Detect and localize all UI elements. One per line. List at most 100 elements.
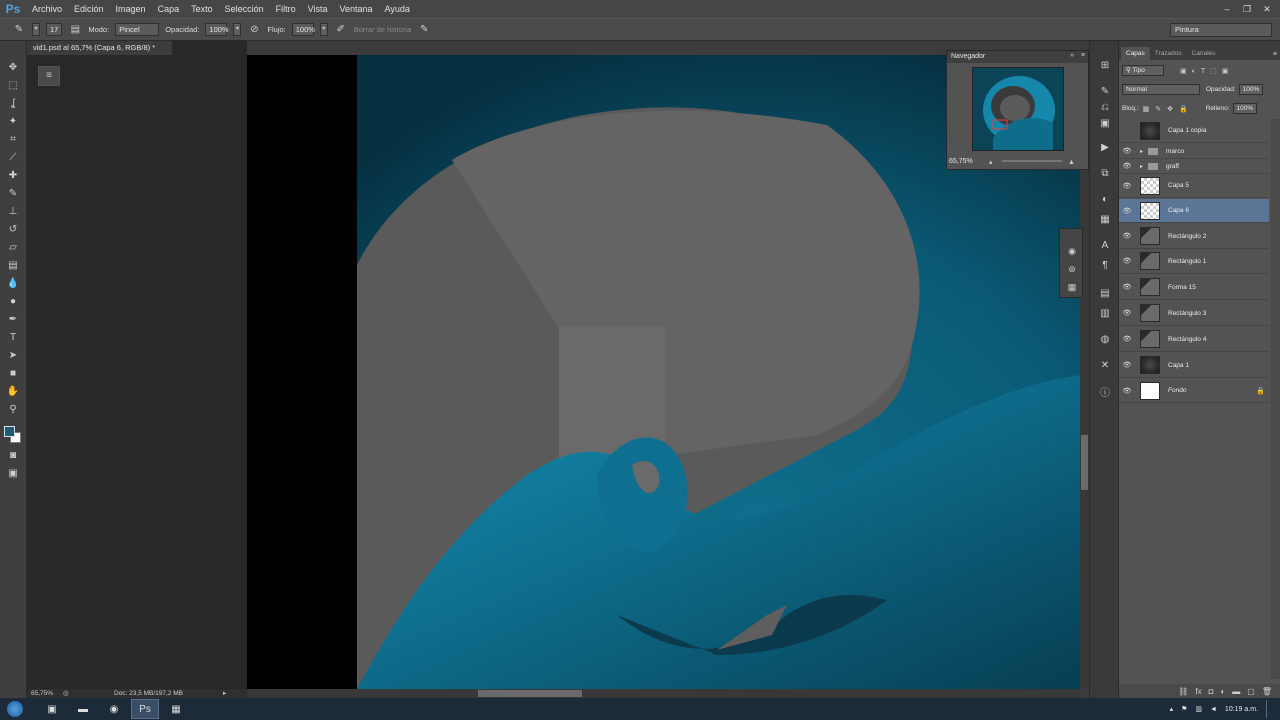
menu-texto[interactable]: Texto (185, 0, 219, 18)
brush-tool-icon[interactable]: ✎ (12, 23, 26, 37)
layer-name[interactable]: Capa 5 (1168, 182, 1189, 189)
menu-imagen[interactable]: Imagen (110, 0, 152, 18)
layer-thumbnail[interactable] (1140, 330, 1160, 348)
menu-archivo[interactable]: Archivo (26, 0, 68, 18)
eyedropper-tool-icon[interactable]: ⟋ (5, 151, 21, 165)
pen-tool-icon[interactable]: ✒ (5, 313, 21, 327)
layer-name[interactable]: Rectángulo 3 (1168, 310, 1206, 317)
visibility-eye-icon[interactable]: 👁 (1119, 207, 1135, 215)
filter-type-icons[interactable]: ▣◐T⬚▣ (1180, 67, 1233, 75)
flow-dropdown[interactable]: ▾ (319, 23, 328, 36)
navigator-zoom-slider[interactable] (1002, 160, 1062, 162)
tab-paths[interactable]: Trazados (1150, 50, 1187, 60)
menu-seleccion[interactable]: Selección (219, 0, 270, 18)
visibility-eye-icon[interactable]: 👁 (1119, 232, 1135, 240)
document-tab[interactable]: vid1.psd al 65,7% (Capa 6, RGB/8) * (27, 41, 172, 55)
canvas-horizontal-scroll-thumb[interactable] (478, 690, 582, 697)
layer-row[interactable]: 👁 Capa 5 (1119, 174, 1269, 198)
layer-row[interactable]: 👁 Forma 15 (1119, 275, 1269, 300)
delete-layer-icon[interactable]: 🗑 (1262, 687, 1272, 696)
adjustment-layer-icon[interactable]: ◐ (1220, 687, 1225, 696)
tray-clock[interactable]: 10:19 a.m. (1225, 706, 1258, 713)
quick-mask-icon[interactable]: ◙ (5, 449, 21, 463)
visibility-eye-icon[interactable]: 👁 (1119, 257, 1135, 265)
status-menu-arrow-icon[interactable]: ▸ (223, 689, 226, 697)
pressure-size-icon[interactable]: ✎ (417, 23, 431, 37)
layer-row[interactable]: Capa 1 copia (1119, 119, 1269, 143)
tool-presets-dock-icon[interactable]: ▣ (1097, 117, 1113, 131)
menu-ayuda[interactable]: Ayuda (379, 0, 416, 18)
taskbar-app-other-icon[interactable]: ▦ (162, 699, 190, 719)
visibility-eye-icon[interactable]: 👁 (1119, 283, 1135, 291)
type-tool-icon[interactable]: T (5, 331, 21, 345)
navigator-dock-icon[interactable]: ⊞ (1097, 59, 1113, 73)
restore-icon[interactable]: ❐ (1238, 2, 1256, 16)
collapse-panel-icon[interactable]: » (1070, 52, 1074, 59)
layer-name[interactable]: Capa 6 (1168, 207, 1189, 214)
menu-filtro[interactable]: Filtro (270, 0, 302, 18)
opacity-input[interactable]: 100% (205, 23, 229, 36)
layer-name[interactable]: Forma 15 (1168, 284, 1196, 291)
brush-size-picker[interactable]: 17 (46, 23, 63, 36)
swatches-dock-icon[interactable]: ▦ (1097, 213, 1113, 227)
fill-input[interactable]: 100% (1232, 103, 1258, 114)
layer-name[interactable]: Fondo (1168, 387, 1186, 394)
taskbar-app-photoshop-icon[interactable]: Ps (131, 699, 159, 719)
navigator-title[interactable]: Navegador (947, 51, 1088, 63)
actions-dock-icon[interactable]: ▶ (1097, 141, 1113, 155)
layer-thumbnail[interactable] (1140, 176, 1160, 195)
layer-name[interactable]: Capa 1 copia (1168, 127, 1206, 134)
layer-row[interactable]: 👁 ▸ graff (1119, 159, 1269, 174)
link-layers-icon[interactable]: ⛓ (1178, 687, 1188, 696)
brush-tool-icon[interactable]: ✎ (5, 187, 21, 201)
layer-thumbnail[interactable] (1140, 356, 1160, 374)
taskbar-app-folder-icon[interactable]: ▬ (69, 699, 97, 719)
pressure-opacity-icon[interactable]: ⊘ (247, 23, 261, 37)
paragraph-dock-icon[interactable]: ¶ (1097, 259, 1113, 273)
character-dock-icon[interactable]: A (1097, 239, 1113, 253)
layer-thumbnail[interactable] (1140, 121, 1160, 140)
hand-tool-icon[interactable]: ✋ (5, 385, 21, 399)
menu-vista[interactable]: Vista (302, 0, 334, 18)
tool-preset-dropdown[interactable]: ▾ (32, 23, 40, 36)
layer-thumbnail[interactable] (1140, 304, 1160, 322)
add-mask-icon[interactable]: ◘ (1209, 687, 1214, 696)
visibility-eye-icon[interactable]: 👁 (1119, 335, 1135, 343)
adjustments-icon[interactable]: ▦ (1065, 281, 1079, 293)
layer-thumbnail[interactable] (1140, 252, 1160, 270)
color-dock-icon[interactable]: ◐ (1097, 193, 1113, 207)
layer-row[interactable]: 👁 Rectángulo 2 (1119, 224, 1269, 249)
notes-dock-icon[interactable]: ▥ (1097, 307, 1113, 321)
layers-scrollbar[interactable] (1271, 119, 1280, 679)
screen-mode-icon[interactable]: ▣ (5, 467, 21, 481)
layer-comps-dock-icon[interactable]: ▤ (1097, 287, 1113, 301)
layer-row[interactable]: 👁 Capa 1 (1119, 353, 1269, 378)
layer-opacity-input[interactable]: 100% (1238, 84, 1264, 95)
healing-tool-icon[interactable]: ✚ (5, 169, 21, 183)
erase-history-checkbox[interactable]: Borrar de historia (354, 25, 412, 34)
blend-mode-select[interactable]: Normal (1122, 84, 1200, 95)
navigator-thumbnail[interactable] (972, 67, 1064, 151)
menu-ventana[interactable]: Ventana (334, 0, 379, 18)
taskbar-app-explorer-icon[interactable]: ▣ (38, 699, 66, 719)
history-brush-tool-icon[interactable]: ↺ (5, 223, 21, 237)
visibility-eye-icon[interactable]: 👁 (1119, 361, 1135, 369)
eraser-tool-icon[interactable]: ▱ (5, 241, 21, 255)
layer-row[interactable]: 👁 Rectángulo 1 (1119, 249, 1269, 274)
zoom-in-icon[interactable]: ▲ (1068, 159, 1075, 166)
brush-panel-icon[interactable]: ▤ (68, 23, 82, 37)
layer-name[interactable]: Rectángulo 4 (1168, 336, 1206, 343)
foreground-color-swatch[interactable] (4, 426, 15, 437)
group-expand-arrow-icon[interactable]: ▸ (1140, 148, 1143, 155)
shape-tool-icon[interactable]: ■ (5, 367, 21, 381)
visibility-eye-icon[interactable]: 👁 (1119, 162, 1135, 170)
swatches-icon[interactable]: ⊛ (1065, 263, 1079, 275)
visibility-eye-icon[interactable]: 👁 (1119, 309, 1135, 317)
crop-tool-icon[interactable]: ⌗ (5, 133, 21, 147)
zoom-tool-icon[interactable]: ⚲ (5, 403, 21, 417)
menu-edicion[interactable]: Edición (68, 0, 110, 18)
layer-row[interactable]: 👁 Capa 6 (1119, 199, 1269, 223)
group-expand-arrow-icon[interactable]: ▸ (1140, 163, 1143, 170)
layer-thumbnail[interactable] (1140, 381, 1160, 400)
layer-thumbnail[interactable] (1140, 201, 1160, 220)
